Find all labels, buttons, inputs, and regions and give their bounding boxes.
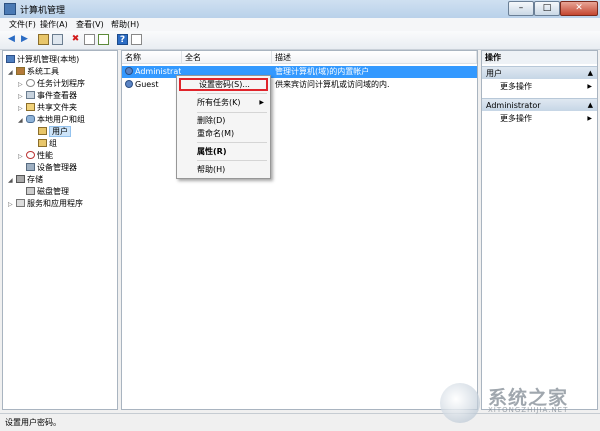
storage-icon: [16, 175, 25, 183]
menu-help[interactable]: 帮助(H): [111, 19, 139, 30]
row-name: Guest: [135, 80, 159, 89]
actions-section-administrator[interactable]: Administrator ▲: [482, 98, 597, 111]
show-hide-action-pane-icon[interactable]: [131, 34, 142, 45]
back-arrow-icon[interactable]: ◀: [6, 34, 17, 45]
user-icon: [125, 67, 133, 75]
actions-title: 操作: [482, 51, 597, 64]
tree-node-system-tools[interactable]: ◢ 系统工具: [8, 66, 59, 77]
collapse-caret-icon[interactable]: ▲: [588, 67, 593, 80]
menu-file[interactable]: 文件(F): [9, 19, 36, 30]
more-actions-administrator[interactable]: 更多操作 ▶: [482, 113, 597, 125]
window-title: 计算机管理: [20, 6, 66, 16]
tree-node-shared-folders[interactable]: ▷ 共享文件夹: [18, 102, 77, 113]
tree-node-event-viewer[interactable]: ▷ 事件查看器: [18, 90, 77, 101]
menu-item-delete[interactable]: 删除(D): [179, 114, 268, 127]
tree-node-disk-management[interactable]: 磁盘管理: [26, 186, 69, 197]
export-list-icon[interactable]: [98, 34, 109, 45]
delete-icon[interactable]: ✖: [70, 34, 81, 45]
tree-node-services-apps[interactable]: ▷ 服务和应用程序: [8, 198, 83, 209]
properties-icon[interactable]: [84, 34, 95, 45]
menu-bar: 文件(F) 操作(A) 查看(V) 帮助(H): [0, 18, 600, 32]
watermark-logo-icon: [440, 383, 480, 423]
device-manager-icon: [26, 163, 35, 171]
tree-node-storage[interactable]: ◢ 存储: [8, 174, 43, 185]
menu-action[interactable]: 操作(A): [40, 19, 68, 30]
user-icon: [125, 80, 133, 88]
close-button[interactable]: ✕: [560, 1, 598, 16]
collapse-arrow-icon[interactable]: ◢: [18, 115, 26, 126]
submenu-arrow-icon: ▶: [587, 115, 592, 122]
menu-separator: [197, 142, 267, 143]
column-header-fullname[interactable]: 全名: [182, 51, 272, 64]
tree-node-users[interactable]: 用户: [38, 126, 71, 137]
shared-folders-icon: [26, 103, 35, 111]
menu-item-set-password[interactable]: 设置密码(S)...: [179, 78, 268, 91]
row-name: Administrat...: [135, 67, 181, 76]
disk-management-icon: [26, 187, 35, 195]
expand-arrow-icon[interactable]: ▷: [18, 103, 26, 114]
menu-separator: [197, 93, 267, 94]
menu-view[interactable]: 查看(V): [76, 19, 104, 30]
title-bar: 计算机管理 – □ ✕: [0, 0, 600, 18]
submenu-arrow-icon: ▶: [587, 83, 592, 90]
task-scheduler-icon: [26, 79, 35, 87]
performance-icon: [26, 151, 35, 159]
tree-node-root[interactable]: 计算机管理(本地): [6, 54, 79, 65]
more-actions-users[interactable]: 更多操作 ▶: [482, 81, 597, 93]
menu-item-properties[interactable]: 属性(R): [179, 145, 268, 158]
menu-item-all-tasks[interactable]: 所有任务(K) ▶: [179, 96, 268, 109]
computer-management-icon: [4, 3, 16, 15]
services-icon: [16, 199, 25, 207]
up-folder-icon[interactable]: [38, 34, 49, 45]
user-list: 名称 全名 描述 Administrat... 管理计算机(域)的内置帐户 Gu…: [121, 50, 478, 410]
actions-section-users[interactable]: 用户 ▲: [482, 66, 597, 79]
context-menu: 设置密码(S)... 所有任务(K) ▶ 删除(D) 重命名(M) 属性(R) 帮…: [176, 75, 271, 179]
tree-node-task-scheduler[interactable]: ▷ 任务计划程序: [18, 78, 85, 89]
actions-pane: 操作 用户 ▲ 更多操作 ▶ Administrator ▲ 更多操作 ▶: [481, 50, 598, 410]
local-users-icon: [26, 115, 35, 123]
column-header-description[interactable]: 描述: [272, 51, 477, 64]
tree-node-performance[interactable]: ▷ 性能: [18, 150, 53, 161]
expand-arrow-icon[interactable]: ▷: [18, 151, 26, 162]
minimize-button[interactable]: –: [508, 1, 534, 16]
tree-node-groups[interactable]: 组: [38, 138, 57, 149]
row-description: 供来宾访问计算机或访问域的内...: [275, 80, 390, 89]
folder-icon: [38, 127, 47, 135]
collapse-caret-icon[interactable]: ▲: [588, 99, 593, 112]
watermark-subtext: XITONGZHIJIA.NET: [488, 406, 569, 414]
menu-item-help[interactable]: 帮助(H): [179, 163, 268, 176]
computer-icon: [6, 55, 15, 63]
toolbar: ◀ ▶ ✖ ?: [0, 31, 600, 50]
status-bar: 设置用户密码。: [0, 413, 600, 431]
maximize-button[interactable]: □: [534, 1, 560, 16]
menu-item-rename[interactable]: 重命名(M): [179, 127, 268, 140]
menu-separator: [197, 112, 267, 113]
expand-arrow-icon[interactable]: ▷: [18, 91, 26, 102]
folder-icon: [38, 139, 47, 147]
collapse-arrow-icon[interactable]: ◢: [8, 67, 16, 78]
column-header-name[interactable]: 名称: [122, 51, 182, 64]
menu-separator: [197, 160, 267, 161]
row-description: 管理计算机(域)的内置帐户: [275, 67, 370, 76]
expand-arrow-icon[interactable]: ▷: [8, 199, 16, 210]
computer-management-window: 计算机管理 – □ ✕ 文件(F) 操作(A) 查看(V) 帮助(H) ◀ ▶ …: [0, 0, 600, 431]
event-viewer-icon: [26, 91, 35, 99]
tree-node-device-manager[interactable]: 设备管理器: [26, 162, 77, 173]
submenu-arrow-icon: ▶: [259, 99, 264, 106]
expand-arrow-icon[interactable]: ▷: [18, 79, 26, 90]
forward-arrow-icon[interactable]: ▶: [19, 34, 30, 45]
collapse-arrow-icon[interactable]: ◢: [8, 175, 16, 186]
console-tree: 计算机管理(本地) ◢ 系统工具 ▷ 任务计划程序 ▷ 事件查看器 ▷ 共享文件夹 ◢ 本…: [2, 50, 118, 410]
status-text: 设置用户密码。: [5, 418, 61, 427]
tree-node-local-users-groups[interactable]: ◢ 本地用户和组: [18, 114, 85, 125]
system-tools-icon: [16, 67, 25, 75]
help-icon[interactable]: ?: [117, 34, 128, 45]
show-hide-tree-icon[interactable]: [52, 34, 63, 45]
